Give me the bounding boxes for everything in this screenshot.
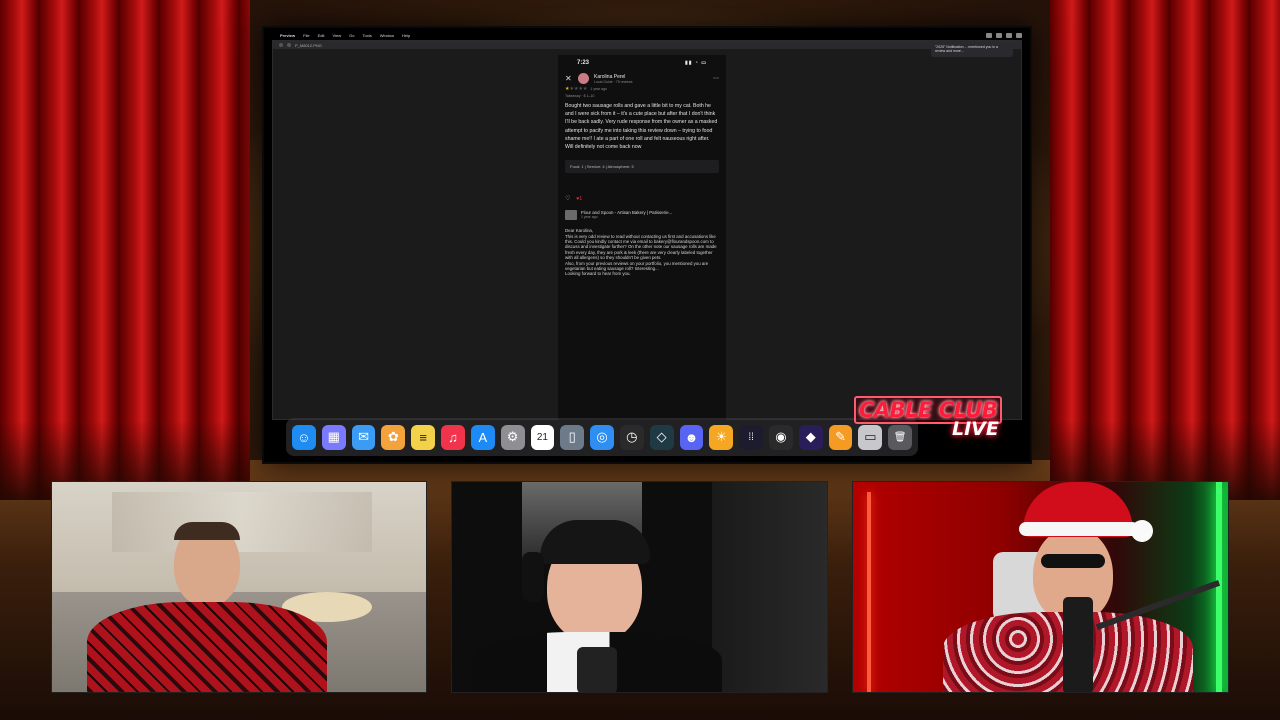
calendar-icon[interactable]: 21: [530, 424, 555, 450]
menu-tools[interactable]: Tools: [362, 33, 371, 38]
menu-view[interactable]: View: [332, 33, 341, 38]
review-stars: ★★★★★ 1 year ago: [565, 86, 719, 92]
window-title: P_M8012.PNG: [295, 42, 322, 48]
person-1-shirt: [87, 602, 327, 692]
sunglasses-icon: [1041, 554, 1105, 568]
brightness-icon[interactable]: ☀: [709, 424, 734, 450]
webcam-host-3: [852, 481, 1229, 693]
santa-hat-trim: [1019, 522, 1139, 536]
webcam-host-2: [451, 481, 828, 693]
owner-reply: Dear Karolina, This is very odd review t…: [565, 228, 719, 277]
settings-icon[interactable]: ⚙: [500, 424, 525, 450]
launchpad-icon[interactable]: ▦: [321, 424, 346, 450]
background-curtain: [712, 482, 827, 692]
close-icon[interactable]: ✕: [565, 74, 573, 83]
reply-body: This is very odd review to read without …: [565, 233, 717, 261]
reply-followup: Also, from your previous reviews on your…: [565, 260, 709, 272]
reviewer-meta: Local Guide · 75 reviews: [594, 79, 633, 84]
clock-icon[interactable]: ◷: [619, 424, 644, 450]
like-count-badge: ♥1: [576, 195, 583, 202]
pages-icon[interactable]: ✎: [828, 424, 853, 450]
microphone-icon: [577, 647, 617, 692]
owner-response-time: 1 year ago: [581, 215, 598, 220]
mail-icon[interactable]: ✉: [351, 424, 376, 450]
window-titlebar: P_M8012.PNG: [273, 41, 1021, 49]
mac-menu-bar: Preview File Edit View Go Tools Window H…: [272, 30, 1022, 40]
preview-window: P_M8012.PNG "2025" Notification ... ment…: [272, 40, 1022, 420]
santa-hat-pompom: [1131, 520, 1153, 542]
beanie: [540, 520, 650, 564]
logo-line-2: LIVE: [952, 418, 999, 440]
more-options-icon[interactable]: ⋯: [713, 75, 719, 82]
phone-screenshot: 7:23 ▮▮ ◔ ▭ ✕ Karolina Perel Local Guide…: [558, 55, 726, 420]
like-count: 1: [579, 195, 583, 202]
wall-art: [112, 492, 372, 552]
reviewer-avatar: [578, 73, 589, 84]
photos-icon[interactable]: ✿: [381, 424, 406, 450]
cable-club-live-logo: CABLE CLUB LIVE: [852, 396, 1012, 444]
mac-dock: ☺ ▦ ✉ ✿ ≡ ♫ A ⚙ 21 ▯ ◎ ◷ ◇ ☻ ☀ ⁞⁞ ◉ ◆ ✎ ▭ 🗑: [286, 418, 918, 456]
reply-closing: Looking forward to hear from you.: [565, 271, 631, 277]
menu-window[interactable]: Window: [380, 33, 394, 38]
review-text: Bought two sausage rolls and gave a litt…: [565, 103, 718, 151]
microphone-icon: [1063, 597, 1093, 692]
menu-go[interactable]: Go: [349, 33, 354, 38]
phone-status-bar: 7:23 ▮▮ ◔ ▭: [565, 58, 719, 68]
iphone-mirroring-icon[interactable]: ▯: [560, 424, 585, 450]
neon-light-red: [867, 492, 871, 692]
star-rating: ★★★★★: [565, 86, 588, 92]
notification-text: "2025" Notification ... mentioned you in…: [935, 45, 998, 53]
review-age: 1 year ago: [590, 87, 607, 91]
menu-edit[interactable]: Edit: [318, 33, 325, 38]
menu-status-icons: [986, 32, 1022, 38]
webcam-host-1: [51, 481, 427, 693]
left-curtain: [0, 0, 250, 500]
cursor-icon[interactable]: ◇: [649, 424, 674, 450]
right-curtain: [1050, 0, 1280, 500]
heart-icon[interactable]: ♡: [565, 195, 570, 202]
neon-light-green: [1216, 482, 1222, 692]
notification-banner[interactable]: "2025" Notification ... mentioned you in…: [931, 43, 1013, 57]
menu-file[interactable]: File: [303, 33, 309, 38]
keypad-icon[interactable]: ⁞⁞: [739, 424, 763, 450]
notes-icon[interactable]: ≡: [411, 424, 436, 450]
review-ratings: Food: 1 | Service: 4 | Atmosphere: 5: [565, 160, 719, 174]
stream-stage: Preview File Edit View Go Tools Window H…: [0, 0, 1280, 720]
close-window-icon[interactable]: [279, 43, 283, 47]
app-store-icon[interactable]: A: [470, 424, 495, 450]
battery-icon[interactable]: [1006, 32, 1012, 38]
review-header: ✕ Karolina Perel Local Guide · 75 review…: [565, 73, 719, 84]
record-icon[interactable]: [986, 32, 992, 38]
person-1-hair: [174, 522, 240, 540]
wifi-icon[interactable]: [996, 32, 1002, 38]
headphones-icon: [522, 552, 544, 602]
menu-app-name[interactable]: Preview: [280, 33, 295, 38]
signal-wifi-battery-icon: ▮▮ ◔ ▭: [684, 60, 707, 66]
owner-response-header: Flour and Spoon - Artisan Bakery | Patis…: [565, 210, 719, 221]
discord-icon[interactable]: ☻: [679, 424, 704, 450]
review-actions: ♡ ♥1: [565, 195, 719, 203]
music-icon[interactable]: ♫: [441, 424, 465, 450]
minimize-window-icon[interactable]: [287, 43, 291, 47]
owner-avatar: [565, 210, 577, 221]
camera-icon[interactable]: ◉: [769, 424, 793, 450]
menu-help[interactable]: Help: [402, 33, 410, 38]
finder-icon[interactable]: ☺: [292, 424, 316, 450]
review-meta: Takeaway · $ 1–10: [565, 94, 595, 98]
safari-icon[interactable]: ◎: [590, 424, 614, 450]
proton-icon[interactable]: ◆: [798, 424, 823, 450]
control-center-icon[interactable]: [1016, 32, 1022, 38]
phone-time: 7:23: [577, 60, 590, 66]
